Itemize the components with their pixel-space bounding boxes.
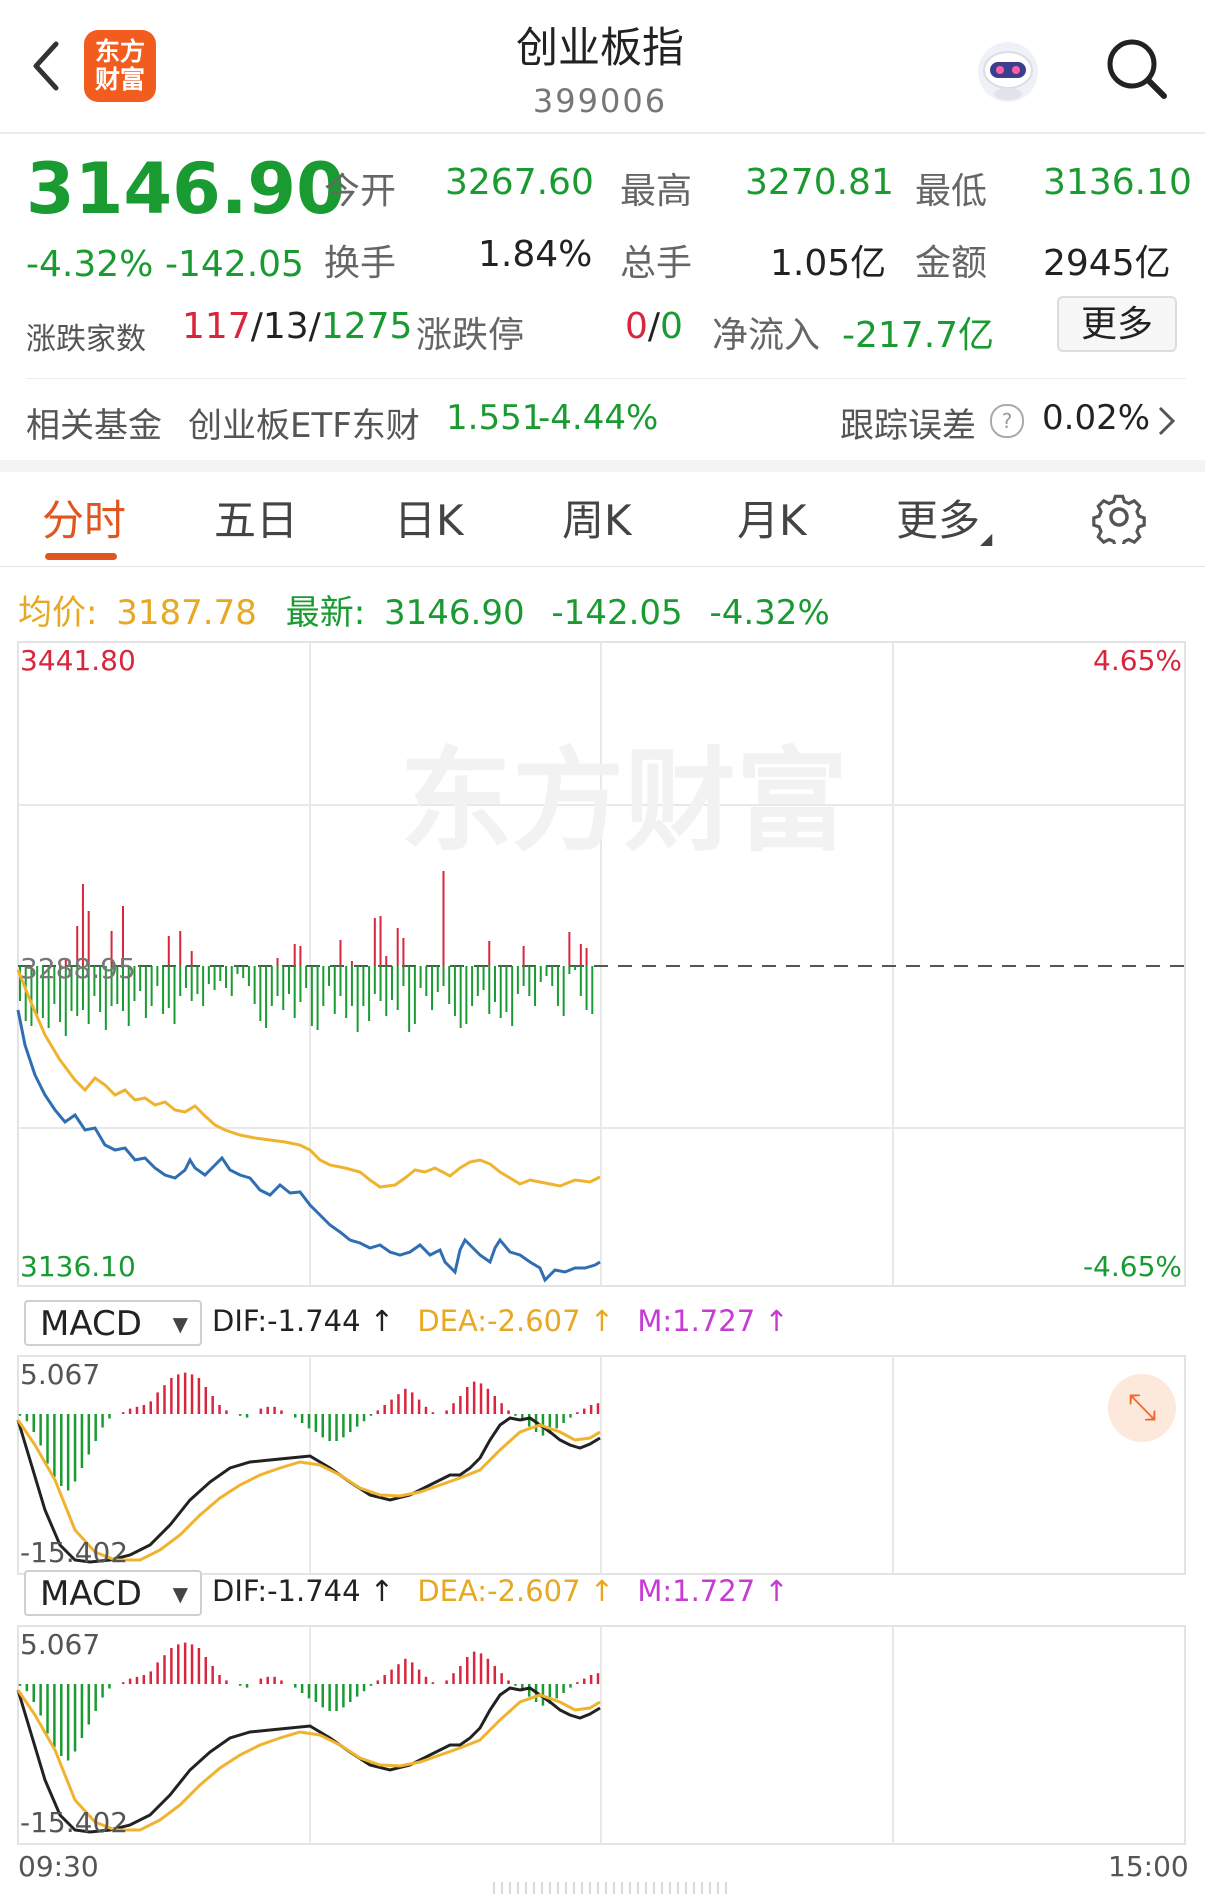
search-icon	[1107, 39, 1167, 99]
fund-price: 1.551	[446, 398, 544, 438]
expand-icon: ⤡	[1127, 1387, 1157, 1428]
dea-label: DEA:-2.607	[417, 1304, 581, 1338]
turnover-label: 换手	[324, 243, 397, 284]
tracking-value: 0.02%	[1042, 398, 1151, 438]
macd-chart-2[interactable]: 5.067 -15.402	[0, 1620, 1205, 1850]
volume-label: 总手	[620, 243, 693, 284]
search-button[interactable]	[1102, 34, 1172, 104]
related-fund-row[interactable]: 相关基金 创业板ETF东财 1.551 -4.44% 跟踪误差 ? 0.02%	[26, 394, 1186, 446]
y-top-label: 3441.80	[20, 644, 136, 677]
dif-arrow: ↑	[369, 1574, 395, 1608]
tab-more[interactable]: 更多◢	[896, 487, 992, 548]
avg-value: 3187.78	[116, 593, 257, 633]
pct-bottom-label: -4.65%	[1083, 1250, 1182, 1283]
latest-pct: -4.32%	[709, 593, 830, 633]
dif-label: DIF:-1.744	[212, 1574, 361, 1608]
watermark: 东方财富	[400, 737, 848, 867]
pct-top-label: 4.65%	[1093, 644, 1182, 677]
intraday-chart[interactable]: 东方财富 3441.80 4.65% 3288.95 3136.10 -4.65…	[0, 640, 1205, 1290]
back-button[interactable]	[26, 36, 66, 96]
latest-label: 最新:	[285, 593, 366, 633]
x-end-label: 15:00	[1108, 1850, 1189, 1883]
netflow-value: -217.7亿	[842, 315, 995, 356]
netflow-label: 净流入	[712, 315, 821, 356]
limit-down: 0	[660, 306, 683, 347]
app-logo: 东方 财富	[84, 30, 156, 102]
change-amount: -142.05	[165, 244, 304, 285]
prev-close-label: 3288.95	[20, 952, 136, 985]
tab-five-day[interactable]: 五日	[214, 487, 298, 548]
amount-label: 金额	[915, 243, 988, 284]
breadth-down: 1275	[320, 306, 413, 347]
more-quote-button[interactable]: 更多	[1057, 296, 1177, 352]
help-icon[interactable]: ?	[990, 404, 1024, 438]
dropdown-arrow-icon: ▼	[172, 1312, 188, 1336]
expand-chart-button[interactable]: ⤡	[1108, 1374, 1176, 1442]
limit-label: 涨跌停	[416, 315, 525, 356]
tab-monthly-k[interactable]: 月K	[737, 487, 807, 548]
dif-label: DIF:-1.744	[212, 1304, 361, 1338]
breadth-values: 117/13/1275	[182, 306, 413, 347]
tab-daily-k[interactable]: 日K	[394, 487, 464, 548]
tab-intraday[interactable]: 分时	[42, 487, 126, 548]
svg-text:-15.402: -15.402	[20, 1536, 128, 1569]
index-code: 399006	[532, 82, 668, 120]
breadth-up: 117	[182, 306, 251, 347]
macd-legend-1: DIF:-1.744 ↑ DEA:-2.607 ↑ M:1.727 ↑	[212, 1304, 789, 1338]
dif-arrow: ↑	[369, 1304, 395, 1338]
m-label: M:1.727	[637, 1304, 756, 1338]
latest-value: 3146.90	[383, 593, 525, 633]
robot-assistant-icon[interactable]	[972, 36, 1044, 108]
fund-change: -4.44%	[538, 398, 659, 438]
volume-value: 1.05亿	[770, 243, 887, 284]
fund-name: 创业板ETF东财	[188, 406, 420, 446]
chevron-left-icon	[33, 41, 59, 91]
x-start-label: 09:30	[18, 1850, 99, 1883]
m-label: M:1.727	[637, 1574, 756, 1608]
breadth-label: 涨跌家数	[26, 322, 146, 357]
amount-value: 2945亿	[1043, 243, 1171, 284]
dropdown-arrow-icon: ▼	[172, 1582, 188, 1606]
chevron-right-icon	[1158, 406, 1176, 436]
m-arrow: ↑	[764, 1304, 789, 1338]
turnover-value: 1.84%	[478, 234, 593, 275]
dea-arrow: ↑	[589, 1574, 615, 1608]
scroll-indicator	[490, 1880, 740, 1894]
open-label: 今开	[324, 171, 397, 212]
page-title: 创业板指	[515, 23, 684, 72]
gear-icon	[1092, 494, 1146, 549]
macd-selector-1[interactable]: MACD ▼	[24, 1300, 202, 1346]
svg-text:5.067: 5.067	[20, 1628, 100, 1661]
active-tab-indicator	[45, 553, 117, 560]
latest-change: -142.05	[551, 593, 683, 633]
last-price: 3146.90	[26, 148, 345, 230]
fund-label: 相关基金	[26, 406, 162, 446]
breadth-flat: 13	[262, 306, 309, 347]
limit-values: 0/0	[625, 306, 683, 347]
low-label: 最低	[915, 171, 988, 212]
m-arrow: ↑	[764, 1574, 789, 1608]
low-value: 3136.10	[1043, 162, 1192, 203]
limit-up: 0	[625, 306, 648, 347]
high-label: 最高	[620, 171, 693, 212]
avg-price-line: 均价: 3187.78 最新: 3146.90 -142.05 -4.32%	[18, 585, 830, 634]
change-pct: -4.32%	[26, 244, 154, 285]
tracking-label: 跟踪误差	[840, 406, 976, 446]
dea-label: DEA:-2.607	[417, 1574, 581, 1608]
svg-text:5.067: 5.067	[20, 1358, 100, 1391]
y-bottom-label: 3136.10	[20, 1250, 136, 1283]
dea-arrow: ↑	[589, 1304, 615, 1338]
macd-selector-2[interactable]: MACD ▼	[24, 1570, 202, 1616]
avg-label: 均价:	[18, 593, 98, 633]
svg-text:-15.402: -15.402	[20, 1806, 128, 1839]
chart-settings-button[interactable]	[1092, 490, 1146, 549]
macd-legend-2: DIF:-1.744 ↑ DEA:-2.607 ↑ M:1.727 ↑	[212, 1574, 789, 1608]
open-value: 3267.60	[445, 162, 594, 203]
dropdown-triangle-icon: ◢	[980, 529, 993, 548]
tab-weekly-k[interactable]: 周K	[562, 487, 632, 548]
high-value: 3270.81	[745, 162, 894, 203]
macd-chart-1[interactable]: 5.067 -15.402	[0, 1350, 1205, 1580]
